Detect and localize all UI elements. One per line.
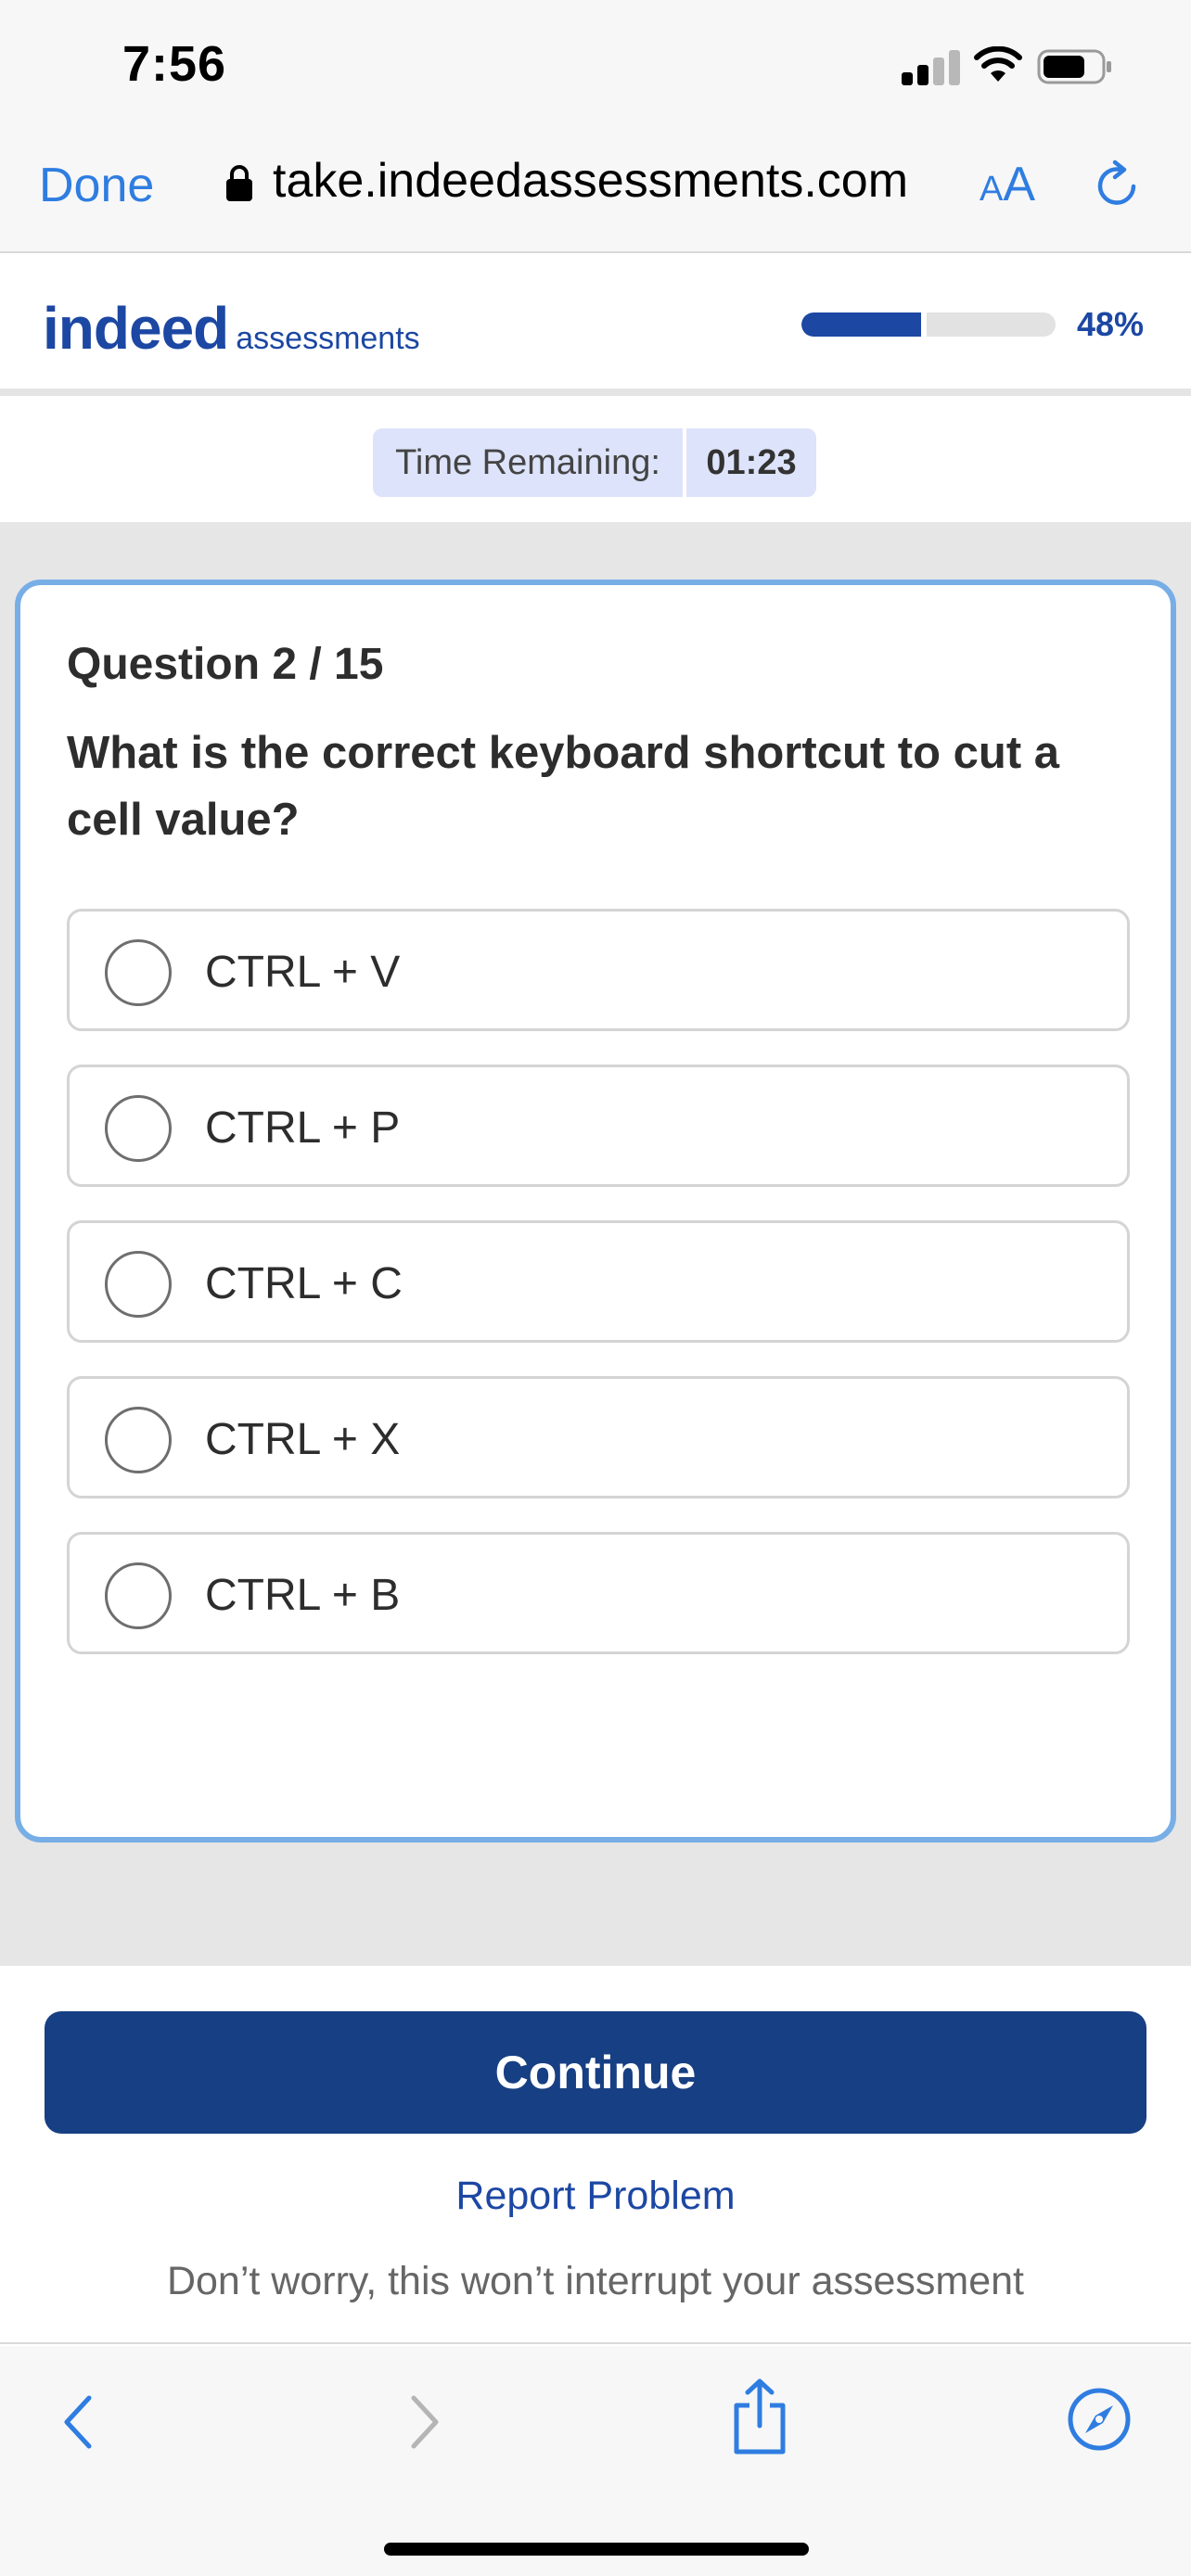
question-number: Question 2 / 15: [67, 640, 384, 689]
forward-icon: [411, 2395, 439, 2449]
answer-option-label: CTRL + B: [205, 1571, 401, 1620]
site-header: indeed assessments 48%: [0, 255, 1191, 396]
page-footer: Continue Report Problem Don’t worry, thi…: [0, 1966, 1191, 2344]
wifi-icon: [974, 46, 1022, 82]
browser-toolbar: [0, 2346, 1191, 2576]
browser-url-bar: Done take.indeedassessments.com AA: [0, 134, 1191, 253]
answer-option[interactable]: CTRL + V: [67, 909, 1130, 1031]
indeed-assessments-logo: indeed assessments: [43, 294, 420, 363]
progress-bar-fill: [801, 312, 924, 337]
answer-option-label: CTRL + C: [205, 1259, 403, 1308]
question-card: Question 2 / 15 What is the correct keyb…: [15, 580, 1176, 1843]
answer-option[interactable]: CTRL + P: [67, 1065, 1130, 1187]
progress-percent: 48%: [1077, 305, 1145, 343]
answer-option[interactable]: CTRL + C: [67, 1220, 1130, 1343]
radio-button[interactable]: [105, 1095, 172, 1162]
report-problem-link[interactable]: Report Problem: [0, 2174, 1191, 2219]
compass-icon[interactable]: [1067, 2387, 1132, 2452]
home-indicator: [384, 2543, 809, 2556]
time-remaining-label: Time Remaining:: [373, 428, 683, 497]
radio-button[interactable]: [105, 1251, 172, 1318]
status-time: 7:56: [122, 36, 227, 92]
time-remaining-value: 01:23: [686, 428, 816, 497]
question-area: Question 2 / 15 What is the correct keyb…: [0, 522, 1191, 1966]
answer-option-label: CTRL + X: [205, 1415, 401, 1464]
cellular-signal-icon: [902, 48, 961, 85]
continue-button[interactable]: Continue: [45, 2011, 1146, 2134]
question-text: What is the correct keyboard shortcut to…: [67, 728, 1060, 845]
logo-indeed-text: indeed: [43, 295, 229, 362]
radio-button[interactable]: [105, 1562, 172, 1629]
timer-row: Time Remaining: 01:23: [0, 403, 1191, 522]
radio-button[interactable]: [105, 1407, 172, 1473]
answer-options: CTRL + V CTRL + P CTRL + C CTRL + X CTRL…: [67, 909, 1130, 1688]
lock-icon: [226, 165, 252, 201]
status-bar: 7:56: [0, 0, 1191, 134]
battery-icon: [1037, 49, 1111, 84]
text-size-small-a: A: [980, 170, 1004, 209]
answer-option-label: CTRL + V: [205, 948, 401, 997]
radio-button[interactable]: [105, 939, 172, 1006]
url-text[interactable]: take.indeedassessments.com: [273, 153, 908, 209]
answer-option[interactable]: CTRL + X: [67, 1376, 1130, 1498]
share-icon[interactable]: [729, 2378, 790, 2455]
done-button[interactable]: Done: [39, 158, 154, 213]
answer-option[interactable]: CTRL + B: [67, 1532, 1130, 1654]
text-size-button[interactable]: AA: [980, 157, 1035, 212]
back-icon[interactable]: [58, 2392, 98, 2452]
answer-option-label: CTRL + P: [205, 1103, 401, 1153]
reassurance-text: Don’t worry, this won’t interrupt your a…: [166, 2259, 1025, 2303]
progress-bar: [801, 312, 1056, 337]
reload-icon[interactable]: [1093, 159, 1143, 210]
logo-assessments-text: assessments: [236, 321, 420, 356]
progress-bar-marker: [920, 312, 927, 337]
text-size-big-a: A: [1003, 158, 1036, 211]
